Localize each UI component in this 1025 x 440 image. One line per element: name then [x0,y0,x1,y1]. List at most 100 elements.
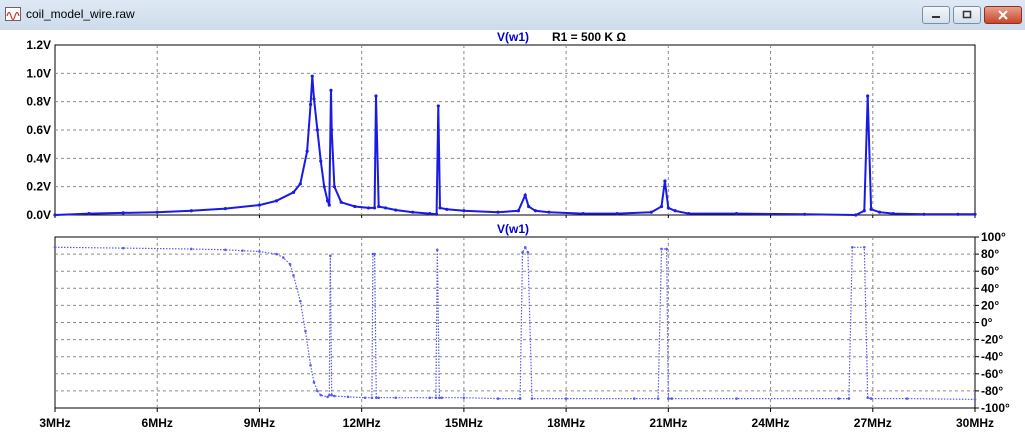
data-point [224,248,227,252]
data-point [292,274,295,277]
data-point [547,210,551,214]
data-point [564,397,568,400]
y-tick-label: 1.2V [26,38,51,52]
data-point [383,206,388,210]
data-point [869,397,873,400]
data-point [854,213,858,217]
data-point [330,393,333,397]
data-point [327,203,331,207]
data-point [312,97,316,101]
data-point [530,397,534,400]
data-point [632,397,636,400]
data-point [434,396,438,400]
data-point [877,210,882,214]
data-point [436,104,440,108]
data-point [615,211,619,216]
data-point [735,397,738,400]
data-point [322,185,326,189]
data-point [312,381,316,384]
data-point [438,206,442,210]
annotation-label: R1 = 500 K Ω [552,30,626,44]
y-tick-label: 1.0V [26,66,51,80]
data-point [866,94,870,98]
data-point [121,211,125,215]
data-point [375,396,378,400]
data-point [366,206,371,210]
data-point [445,207,449,211]
data-point [663,179,667,183]
data-point [304,329,307,333]
data-point [891,211,895,216]
data-point [189,209,193,213]
data-point [241,249,244,252]
data-point [258,250,261,253]
x-tick-label: 12MHz [343,416,381,430]
data-point [438,396,441,400]
y-tick-label: 20° [981,298,999,312]
data-point [121,246,125,250]
data-point [316,389,319,393]
data-point [353,204,357,209]
data-point [377,204,381,209]
data-point [462,396,466,400]
y-tick-label: 0.6V [26,123,51,137]
y-tick-label: 0.2V [26,180,51,194]
y-tick-label: 0.0V [26,208,51,222]
data-point [291,190,296,194]
data-point [518,397,522,400]
data-point [333,394,336,398]
data-point [373,206,377,210]
data-point [394,396,398,400]
data-point [330,128,334,132]
data-point [377,396,381,400]
data-point [329,88,333,92]
data-point [665,247,668,251]
data-point [325,199,330,203]
data-point [428,396,432,400]
trace-title: V(w1) [497,222,529,236]
title-bar: coil_model_wire.raw [0,0,1025,31]
y-tick-label: -20° [981,333,1003,347]
data-point [274,199,279,203]
y-tick-label: -100° [981,401,1010,415]
y-tick-label: 80° [981,247,999,261]
x-tick-label: 27MHz [854,416,892,430]
y-tick-label: 0.8V [26,95,51,109]
data-point [862,209,866,213]
data-point [319,159,323,163]
data-point [299,299,302,303]
x-tick-label: 15MHz [445,416,483,430]
maximize-button[interactable] [953,6,981,24]
data-point [666,206,670,210]
data-point [526,251,530,254]
data-point [673,209,677,213]
data-point [309,363,312,367]
data-point [533,209,538,213]
data-point [667,397,670,400]
data-point [288,263,292,266]
minimize-button[interactable] [922,6,950,24]
close-button[interactable] [984,6,1022,24]
data-point [523,245,527,249]
data-point [862,245,866,249]
data-point [521,251,524,254]
x-tick-label: 9MHz [244,416,275,430]
data-point [956,212,960,216]
data-point [319,393,323,397]
data-point [649,210,653,214]
data-point [257,203,262,207]
data-point [346,395,350,399]
data-point [734,211,739,216]
data-point [581,211,585,216]
plot-area[interactable]: 0.0V 0.2V 0.4V 0.6V 0.8V 1.0V 1.2V V(w1) R1 = 50… [0,30,1025,440]
x-tick-label: 30MHz [956,416,994,430]
data-point [373,252,376,256]
data-point [305,149,309,153]
data-point [363,396,367,400]
x-tick-label: 21MHz [649,416,687,430]
data-point [462,209,466,213]
maximize-icon [962,10,972,19]
data-point [53,213,57,217]
data-point [516,209,521,213]
data-point [275,252,278,256]
